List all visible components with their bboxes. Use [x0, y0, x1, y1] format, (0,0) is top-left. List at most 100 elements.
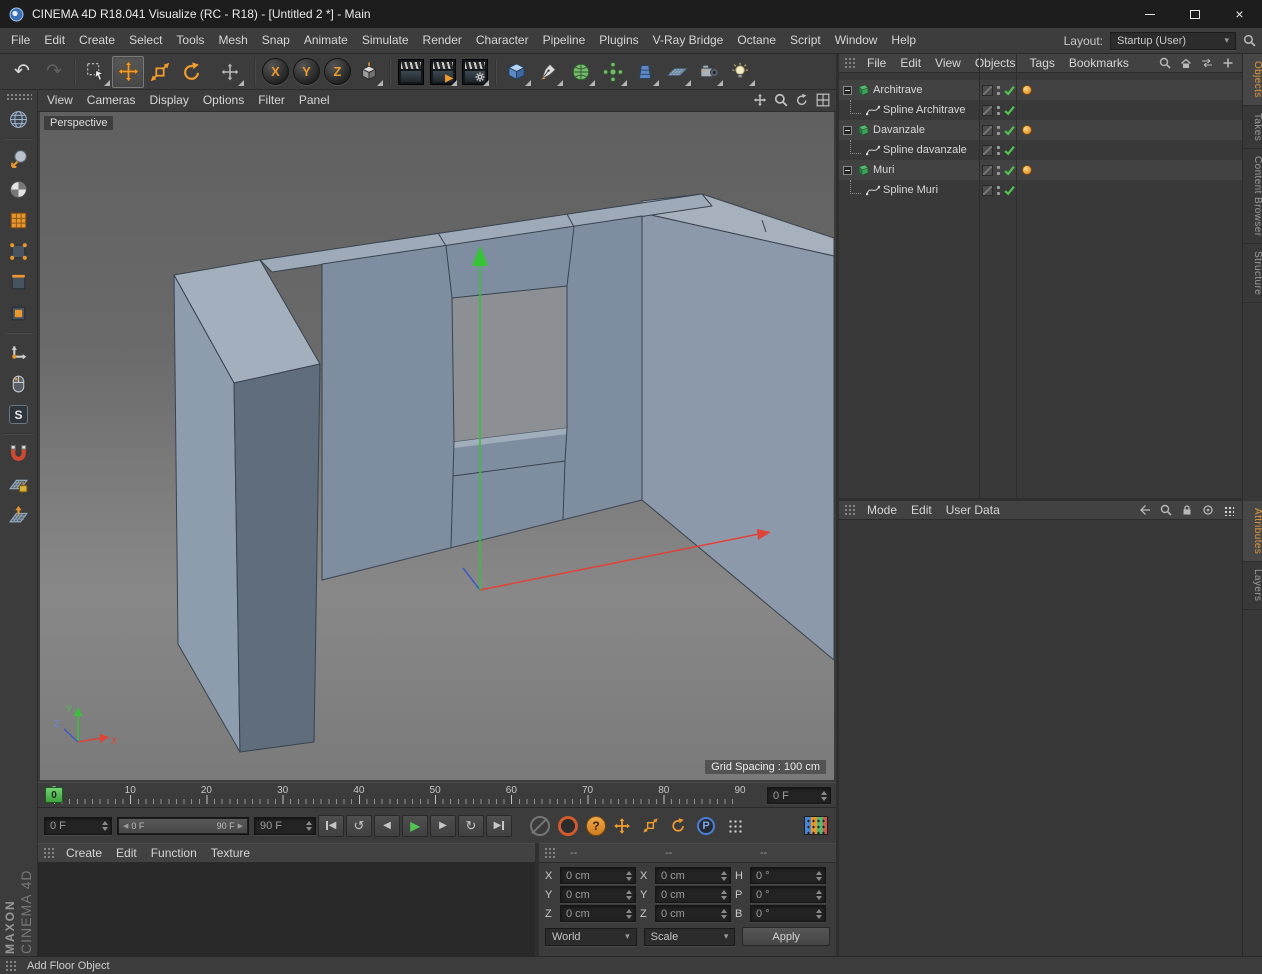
add-modeling-object-button[interactable]	[597, 56, 629, 88]
position-input[interactable]: 0 cm	[560, 867, 636, 884]
size-input[interactable]: 0 cm	[655, 886, 731, 903]
attribute-menu-item[interactable]: User Data	[939, 501, 1007, 519]
menu-item[interactable]: Render	[416, 28, 469, 53]
layer-chip[interactable]	[982, 164, 993, 176]
goto-end-button[interactable]: ▶	[486, 814, 512, 837]
menu-item[interactable]: Octane	[730, 28, 783, 53]
stepper-arrows[interactable]	[817, 790, 827, 801]
point-mode-button[interactable]	[2, 236, 36, 267]
next-frame-button[interactable]: ▶	[430, 814, 456, 837]
current-frame-field[interactable]: 0 F	[767, 787, 831, 804]
palette-grip[interactable]	[5, 93, 32, 102]
viewport-menu-item[interactable]: View	[40, 90, 80, 111]
size-mode-dropdown[interactable]: Scale ▾	[643, 927, 736, 946]
material-menu-item[interactable]: Edit	[109, 844, 144, 862]
menu-item[interactable]: Tools	[169, 28, 211, 53]
transform-space-dropdown[interactable]: World ▾	[545, 927, 637, 946]
panel-grip[interactable]	[43, 847, 55, 859]
texture-mode-button[interactable]	[2, 205, 36, 236]
edge-mode-button[interactable]	[2, 267, 36, 298]
range-right-arrow-icon[interactable]: ▶	[238, 822, 243, 830]
enabled-check-icon[interactable]	[1004, 85, 1015, 96]
layer-chip[interactable]	[982, 84, 993, 96]
start-frame-field[interactable]: 0 F	[44, 816, 112, 835]
last-used-tool-button[interactable]	[214, 56, 246, 88]
size-input[interactable]: 0 cm	[655, 905, 731, 922]
autokey-help-button[interactable]: ?	[586, 815, 606, 836]
key-parameter-button[interactable]: P	[694, 814, 718, 838]
visibility-dots[interactable]	[996, 144, 1001, 156]
viewport-menu-item[interactable]: Cameras	[80, 90, 143, 111]
object-row[interactable]: Architrave	[839, 80, 1242, 100]
menu-item[interactable]: Simulate	[355, 28, 416, 53]
visibility-dots[interactable]	[996, 184, 1001, 196]
rotate-view-icon[interactable]	[795, 93, 809, 107]
object-manager-menu-item[interactable]: Bookmarks	[1062, 54, 1136, 72]
polygon-mode-button[interactable]	[2, 298, 36, 329]
object-manager-menu-item[interactable]: File	[860, 54, 893, 72]
expand-toggle-icon[interactable]	[843, 125, 852, 135]
menu-item[interactable]: Character	[469, 28, 536, 53]
render-settings-button[interactable]	[459, 56, 491, 88]
object-row[interactable]: Davanzale	[839, 120, 1242, 140]
visibility-dots[interactable]	[996, 84, 1001, 96]
play-button[interactable]: ▶	[402, 814, 428, 837]
lock-icon[interactable]	[1181, 504, 1193, 516]
material-menu-item[interactable]: Function	[144, 844, 204, 862]
panel-tab[interactable]: Content Browser	[1243, 149, 1262, 245]
stepper-arrows[interactable]	[302, 820, 312, 831]
panel-grip[interactable]	[5, 959, 17, 972]
menu-item[interactable]: Window	[828, 28, 885, 53]
attribute-content-area[interactable]	[839, 521, 1242, 956]
size-input[interactable]: 0 cm	[655, 867, 731, 884]
position-input[interactable]: 0 cm	[560, 886, 636, 903]
phong-tag-icon[interactable]	[1022, 125, 1032, 135]
z-axis-lock-button[interactable]: Z	[324, 58, 351, 85]
coordinate-system-button[interactable]	[353, 56, 385, 88]
sync-icon[interactable]	[1201, 57, 1213, 69]
menu-item[interactable]: Pipeline	[536, 28, 593, 53]
layer-chip[interactable]	[982, 184, 993, 196]
maximize-button[interactable]	[1172, 0, 1217, 28]
search-icon[interactable]	[1160, 504, 1172, 516]
goto-start-button[interactable]: ◀	[318, 814, 344, 837]
grid-dots-icon[interactable]	[1223, 504, 1234, 516]
pan-view-icon[interactable]	[753, 93, 767, 107]
key-scale-button[interactable]	[638, 814, 662, 838]
menu-item[interactable]: Help	[884, 28, 923, 53]
phong-tag-icon[interactable]	[1022, 165, 1032, 175]
panel-tab[interactable]: Objects	[1243, 54, 1262, 106]
zoom-view-icon[interactable]	[774, 93, 788, 107]
key-rotation-button[interactable]	[666, 814, 690, 838]
record-disabled-button[interactable]	[530, 815, 550, 836]
model-mode-button[interactable]	[2, 174, 36, 205]
layer-chip[interactable]	[982, 104, 993, 116]
material-list-area[interactable]	[38, 863, 535, 956]
panel-grip[interactable]	[544, 847, 556, 859]
workplane-button[interactable]	[2, 500, 36, 531]
render-view-button[interactable]	[395, 56, 427, 88]
menu-item[interactable]: Mesh	[211, 28, 254, 53]
expand-toggle-icon[interactable]	[843, 165, 852, 175]
layout-dropdown[interactable]: Startup (User) ▾	[1110, 31, 1236, 50]
globe-button[interactable]	[2, 104, 36, 135]
object-manager-menu-item[interactable]: Tags	[1023, 54, 1062, 72]
search-icon[interactable]	[1159, 57, 1171, 69]
enabled-check-icon[interactable]	[1004, 105, 1015, 116]
expand-toggle-icon[interactable]	[843, 85, 852, 95]
y-axis-lock-button[interactable]: Y	[293, 58, 320, 85]
menu-item[interactable]: Create	[72, 28, 122, 53]
add-primitive-cube-button[interactable]	[501, 56, 533, 88]
panel-grip[interactable]	[844, 504, 856, 516]
viewport-menu-item[interactable]: Display	[142, 90, 195, 111]
add-environment-button[interactable]	[661, 56, 693, 88]
add-spline-pen-button[interactable]	[533, 56, 565, 88]
enabled-check-icon[interactable]	[1004, 165, 1015, 176]
panel-grip[interactable]	[844, 57, 856, 69]
scale-tool-button[interactable]	[144, 56, 176, 88]
visibility-dots[interactable]	[996, 164, 1001, 176]
add-icon[interactable]	[1222, 57, 1234, 69]
object-row[interactable]: Spline Architrave	[839, 99, 1242, 120]
enable-axis-button[interactable]	[2, 337, 36, 368]
viewport-menu-item[interactable]: Panel	[292, 90, 337, 111]
